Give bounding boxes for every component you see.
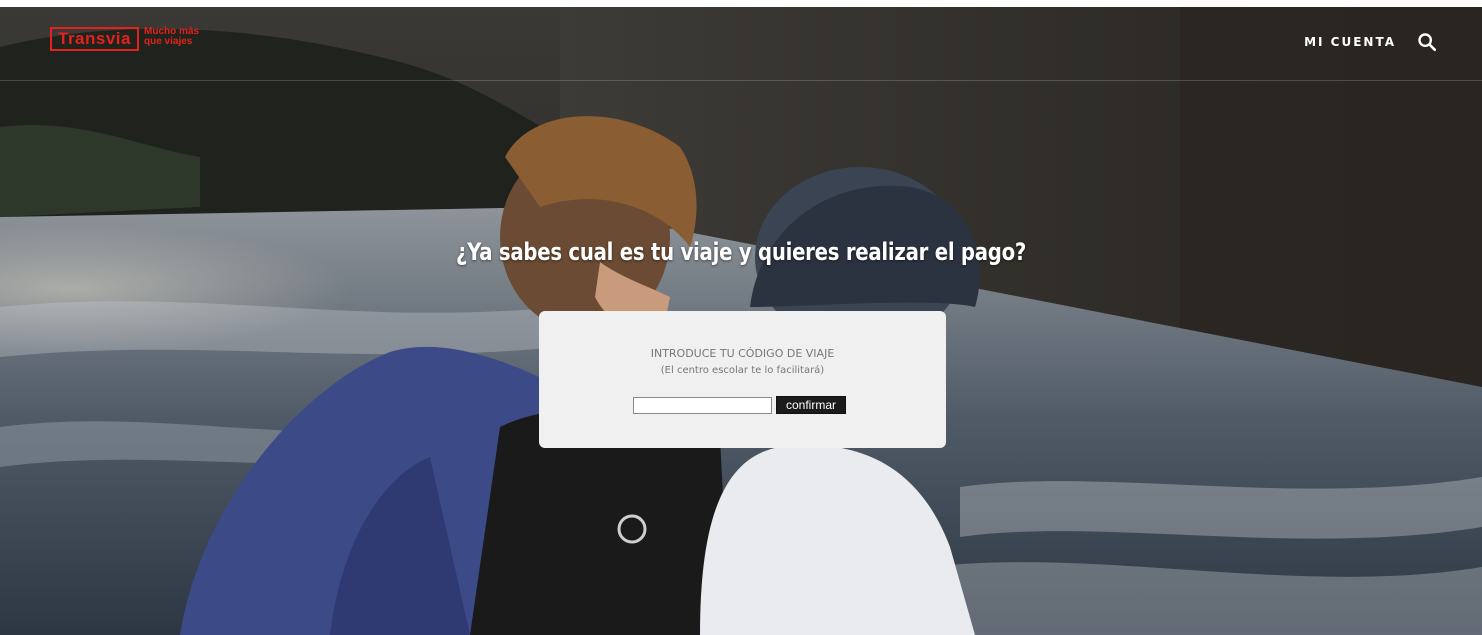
logo-tagline: Mucho más que viajes (144, 26, 200, 47)
transvia-logo[interactable]: Transvia Mucho más que viajes (50, 27, 200, 55)
site-header: Transvia Mucho más que viajes MI CUENTA (0, 7, 1482, 81)
trip-code-card: INTRODUCE TU CÓDIGO DE VIAJE (El centro … (539, 311, 946, 448)
top-strip (0, 0, 1482, 7)
header-nav: MI CUENTA (1304, 31, 1438, 53)
mi-cuenta-link[interactable]: MI CUENTA (1304, 35, 1396, 49)
hero-headline: ¿Ya sabes cual es tu viaje y quieres rea… (455, 238, 1027, 266)
card-subtitle: (El centro escolar te lo facilitará) (660, 365, 825, 376)
search-icon[interactable] (1416, 31, 1438, 53)
trip-code-form: confirmar (633, 396, 847, 414)
page: Transvia Mucho más que viajes MI CUENTA … (0, 0, 1482, 635)
confirm-button[interactable]: confirmar (776, 396, 847, 414)
trip-code-input[interactable] (633, 396, 772, 414)
card-title: INTRODUCE TU CÓDIGO DE VIAJE (650, 347, 835, 360)
logo-wordmark: Transvia (50, 27, 139, 51)
